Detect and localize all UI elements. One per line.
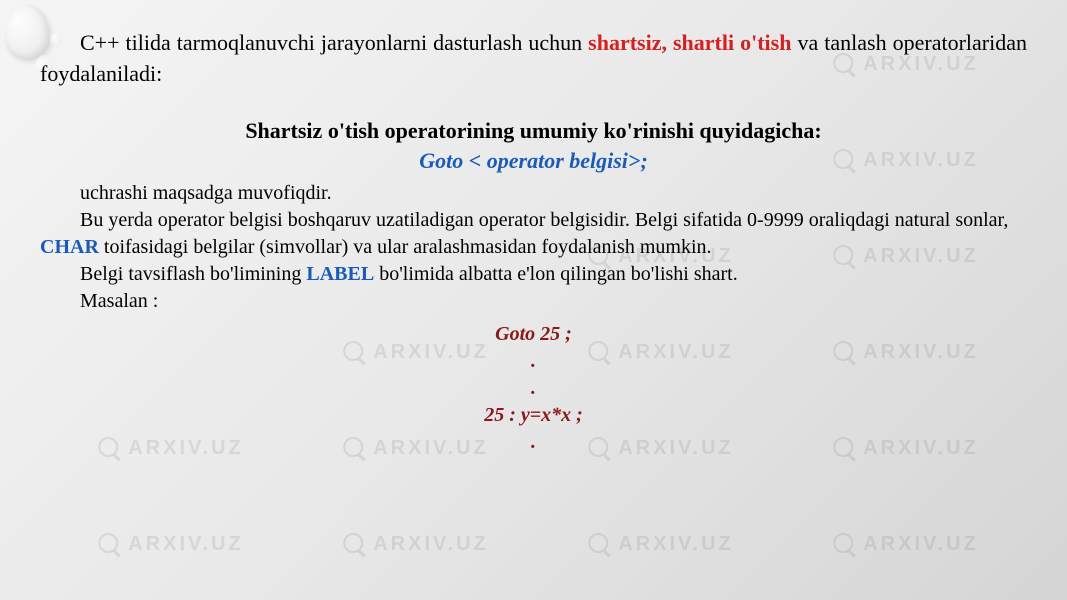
watermark: ARXIV.UZ xyxy=(586,531,734,557)
watermark-text: ARXIV.UZ xyxy=(863,533,979,556)
body-paragraph-1: uchrashi maqsadga muvofiqdir. xyxy=(40,180,1027,207)
body-p3-after: bo'limida albatta e'lon qilingan bo'lish… xyxy=(374,263,738,285)
body-p2-after: toifasidagi belgilar (simvollar) va ular… xyxy=(99,236,712,258)
body-p2-before: Bu yerda operator belgisi boshqaruv uzat… xyxy=(80,209,1008,231)
magnifier-icon xyxy=(96,531,122,557)
body-paragraph-2: Bu yerda operator belgisi boshqaruv uzat… xyxy=(40,207,1027,261)
magnifier-icon xyxy=(586,531,612,557)
section-subtitle: Shartsiz o'tish operatorining umumiy ko'… xyxy=(40,118,1027,144)
watermark: ARXIV.UZ xyxy=(831,531,979,557)
body-paragraph-4: Masalan : xyxy=(40,288,1027,315)
body-paragraph-3: Belgi tavsiflash bo'limining LABEL bo'li… xyxy=(40,261,1027,288)
magnifier-icon xyxy=(831,531,857,557)
slide-content: C++ tilida tarmoqlanuvchi jarayonlarni d… xyxy=(0,0,1067,476)
example-line-4: 25 : y=x*x ; xyxy=(40,402,1027,429)
example-line-5: . xyxy=(40,429,1027,456)
body-p3-before: Belgi tavsiflash bo'limining xyxy=(80,263,306,285)
watermark-text: ARXIV.UZ xyxy=(373,533,489,556)
watermark: ARXIV.UZ xyxy=(96,531,244,557)
example-line-1: Goto 25 ; xyxy=(40,321,1027,348)
magnifier-icon xyxy=(341,531,367,557)
example-line-3: . xyxy=(40,375,1027,402)
code-example-block: Goto 25 ; . . 25 : y=x*x ; . xyxy=(40,321,1027,456)
goto-syntax-line: Goto < operator belgisi>; xyxy=(40,148,1027,174)
watermark: ARXIV.UZ xyxy=(341,531,489,557)
intro-keywords: shartsiz, shartli o'tish xyxy=(588,30,791,55)
char-keyword: CHAR xyxy=(40,236,99,258)
label-keyword: LABEL xyxy=(306,263,374,285)
example-line-2: . xyxy=(40,348,1027,375)
watermark-text: ARXIV.UZ xyxy=(128,533,244,556)
intro-text-prefix: C++ tilida tarmoqlanuvchi jarayonlarni d… xyxy=(80,30,588,55)
watermark-text: ARXIV.UZ xyxy=(618,533,734,556)
intro-paragraph: C++ tilida tarmoqlanuvchi jarayonlarni d… xyxy=(40,28,1027,90)
